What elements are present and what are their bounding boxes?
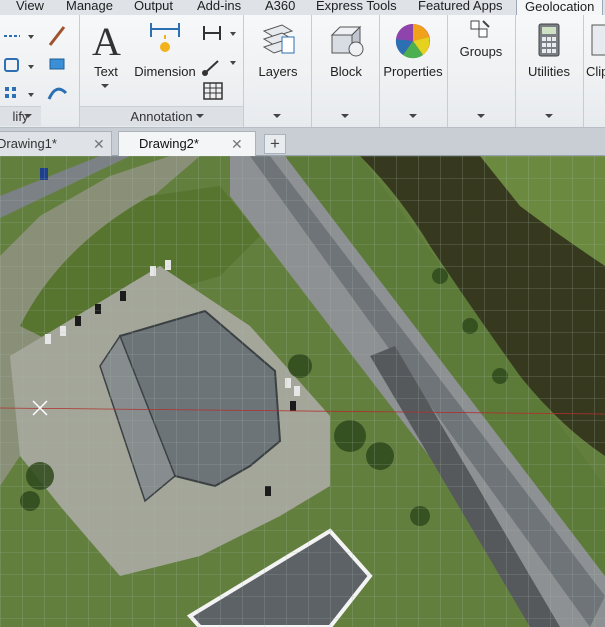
groups-expand-icon[interactable]: [477, 114, 485, 118]
groups-icon: [470, 20, 490, 38]
properties-button-label: Properties: [383, 64, 443, 79]
panel-separator: [243, 15, 244, 127]
ribbon-tab-a360[interactable]: A360: [265, 0, 295, 14]
ribbon-tab-manage[interactable]: Manage: [66, 0, 113, 14]
panel-separator: [447, 15, 448, 127]
block-icon: [330, 25, 364, 57]
clipboard-button[interactable]: Clip: [586, 21, 605, 79]
modify-tools-icon[interactable]: [2, 23, 42, 103]
text-button-label: Text: [94, 64, 118, 79]
table-icon: [203, 82, 223, 100]
text-button[interactable]: A Text: [86, 19, 126, 79]
doc-tab-drawing1[interactable]: Drawing1* ✕: [0, 131, 112, 156]
doc-tab-label: Drawing2*: [139, 136, 199, 151]
utilities-icon: [538, 23, 560, 57]
dimension-icon: [150, 23, 180, 52]
panel-separator: [583, 15, 584, 127]
annotation-small-tools-icon[interactable]: [202, 23, 240, 103]
drawing-canvas[interactable]: [0, 156, 605, 627]
utilities-button-label: Utilities: [528, 64, 570, 79]
utilities-expand-icon[interactable]: [545, 114, 553, 118]
panel-separator: [311, 15, 312, 127]
modify-panel-title[interactable]: lify: [0, 106, 41, 126]
ribbon: lify A Text Dimension Annotation Layers …: [0, 15, 605, 128]
document-tab-bar: Drawing1* ✕ Drawing2* ✕ +: [0, 128, 605, 156]
close-icon[interactable]: ✕: [231, 132, 243, 156]
annotation-expand-icon[interactable]: [196, 114, 204, 118]
properties-icon: [395, 23, 430, 59]
utilities-button[interactable]: Utilities: [522, 21, 576, 79]
clipboard-icon: [591, 24, 605, 56]
text-dropdown-icon[interactable]: [101, 84, 109, 88]
ribbon-tab-output[interactable]: Output: [134, 0, 173, 14]
layers-expand-icon[interactable]: [273, 114, 281, 118]
groups-button[interactable]: Groups: [454, 19, 508, 59]
block-button[interactable]: Block: [318, 21, 374, 79]
svg-text:A: A: [92, 21, 121, 61]
layers-button-label: Layers: [258, 64, 298, 79]
ribbon-tab-bar: View Manage Output Add-ins A360 Express …: [0, 0, 605, 16]
annotation-panel-title[interactable]: Annotation: [80, 106, 243, 126]
close-icon[interactable]: ✕: [93, 132, 105, 156]
block-button-label: Block: [330, 64, 362, 79]
aerial-map-image: [0, 156, 605, 627]
edit-tools-icon[interactable]: [46, 23, 70, 103]
modify-expand-icon[interactable]: [24, 114, 32, 118]
dimension-button[interactable]: Dimension: [132, 21, 198, 79]
new-tab-button[interactable]: +: [264, 134, 286, 154]
text-icon: A: [92, 19, 121, 64]
ribbon-tab-express-tools[interactable]: Express Tools: [316, 0, 397, 14]
groups-button-label: Groups: [459, 44, 503, 59]
properties-button[interactable]: Properties: [381, 21, 445, 79]
layers-icon: [262, 24, 295, 54]
doc-tab-drawing2[interactable]: Drawing2* ✕: [118, 131, 256, 156]
ribbon-tab-view[interactable]: View: [16, 0, 44, 14]
properties-expand-icon[interactable]: [409, 114, 417, 118]
block-expand-icon[interactable]: [341, 114, 349, 118]
ribbon-tab-featured-apps[interactable]: Featured Apps: [418, 0, 503, 14]
panel-separator: [379, 15, 380, 127]
panel-separator: [515, 15, 516, 127]
ribbon-tab-geolocation[interactable]: Geolocation: [516, 0, 604, 15]
doc-tab-label: Drawing1*: [0, 136, 57, 151]
ribbon-tab-addins[interactable]: Add-ins: [197, 0, 241, 14]
clipboard-button-label: Clip: [586, 64, 605, 79]
layers-button[interactable]: Layers: [250, 21, 306, 79]
dimension-button-label: Dimension: [134, 64, 196, 79]
